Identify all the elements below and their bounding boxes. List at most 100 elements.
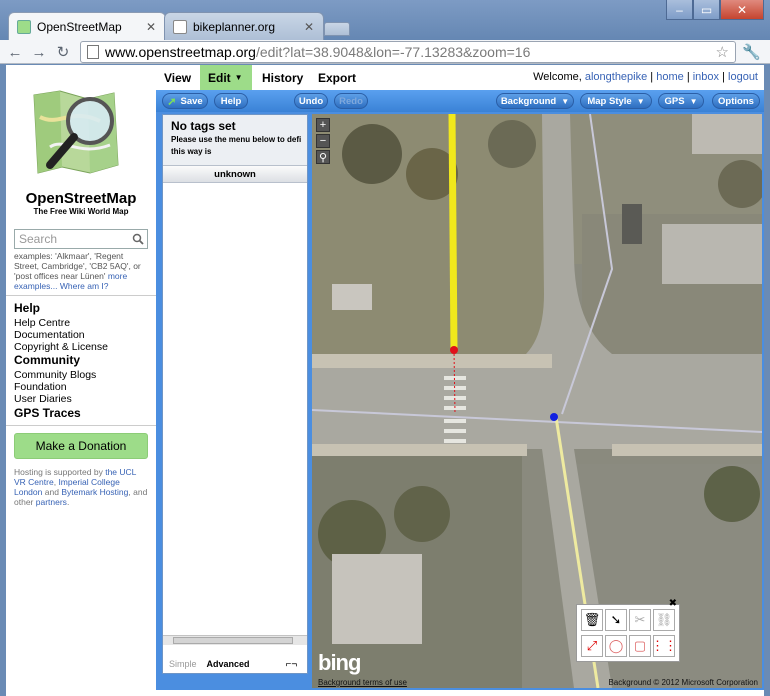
community-blogs-link[interactable]: Community Blogs (14, 369, 96, 381)
documentation-link[interactable]: Documentation (14, 329, 85, 341)
aerial-imagery[interactable] (312, 114, 762, 688)
gps-traces-link[interactable]: GPS Traces (14, 406, 81, 420)
logout-link[interactable]: logout (728, 71, 758, 83)
browser-toolbar: ← → ↻ www.openstreetmap.org/edit?lat=38.… (0, 40, 770, 64)
bing-logo: bing (318, 650, 361, 675)
osm-logo-icon[interactable] (30, 87, 126, 179)
link-icon[interactable]: ⛓ (653, 609, 675, 631)
tab-history[interactable]: History (254, 65, 311, 90)
save-button[interactable]: ➚ Save (162, 93, 208, 109)
tag-icon[interactable]: ⌐¬ (286, 659, 298, 670)
parallel-icon[interactable]: ⋮⋮ (651, 635, 677, 657)
forward-icon[interactable]: → (30, 43, 48, 61)
chevron-down-icon: ▼ (636, 96, 645, 106)
scroll-thumb[interactable] (173, 637, 293, 644)
wrench-icon[interactable]: 🔧 (742, 43, 761, 61)
square-icon[interactable]: ▢ (629, 635, 651, 657)
help-heading[interactable]: Help (14, 301, 40, 315)
background-terms-link[interactable]: Background terms of use (318, 678, 407, 687)
trash-icon[interactable]: 🗑 (581, 609, 603, 631)
background-button[interactable]: Background ▼ (496, 93, 574, 109)
bytemark-link[interactable]: Bytemark Hosting (61, 487, 128, 497)
foundation-link[interactable]: Foundation (14, 381, 67, 393)
new-tab-button[interactable] (324, 22, 350, 36)
help-centre-link[interactable]: Help Centre (14, 317, 70, 329)
username-link[interactable]: alongthepike (585, 71, 647, 83)
scissors-icon[interactable]: ✂ (629, 609, 651, 631)
page: OpenStreetMap The Free Wiki World Map Se… (6, 65, 764, 696)
tab-label: History (262, 70, 304, 85)
zoom-out-icon[interactable]: − (316, 134, 330, 148)
make-donation-button[interactable]: Make a Donation (14, 433, 148, 459)
tab-export[interactable]: Export (310, 65, 364, 90)
hosting-text: . (66, 497, 70, 507)
minimize-icon[interactable]: – (666, 0, 693, 20)
close-icon[interactable]: ✖ (669, 598, 677, 609)
close-window-icon[interactable]: ✕ (720, 0, 764, 20)
panel-title: No tags set (171, 119, 236, 133)
copyright-license-link[interactable]: Copyright & License (14, 341, 108, 353)
search-icon[interactable] (132, 233, 144, 245)
user-menu: Welcome, alongthepike | home | inbox | l… (533, 71, 758, 83)
tab-label: View (164, 70, 192, 85)
tool-palette: ✖ 🗑 ➘ ✂ ⛓ ⤢ ◯ ▢ ⋮⋮ (576, 598, 680, 662)
straighten-icon[interactable]: ⤢ (581, 635, 603, 657)
site-title: OpenStreetMap (25, 190, 137, 207)
star-icon[interactable]: ☆ (716, 43, 729, 61)
redo-button[interactable]: Redo (334, 93, 368, 109)
hosting-text: Hosting is supported by (14, 467, 103, 477)
welcome-text: Welcome, (533, 71, 582, 83)
back-icon[interactable]: ← (6, 43, 24, 61)
button-label: Background (500, 95, 557, 107)
url-path: /edit?lat=38.9048&lon=-77.13283&zoom=16 (255, 44, 531, 60)
chevron-down-icon: ▼ (689, 96, 698, 106)
options-button[interactable]: Options (712, 93, 760, 109)
mode-simple[interactable]: Simple (169, 659, 197, 669)
circularise-icon[interactable]: ◯ (605, 635, 627, 657)
gps-button[interactable]: GPS ▼ (658, 93, 704, 109)
inbox-link[interactable]: inbox (693, 71, 719, 83)
hosting-text: , (53, 477, 57, 487)
search-hint: examples: 'Alkmaar', 'Regent Street, Cam… (14, 251, 148, 291)
panel-description: Please use the menu below to defi (171, 135, 302, 144)
tab-openstreetmap[interactable]: OpenStreetMap ✕ (8, 12, 166, 40)
mode-advanced[interactable]: Advanced (207, 659, 250, 669)
map-canvas[interactable]: + − ⚲ bing Background terms of use Backg… (312, 114, 762, 688)
partners-link[interactable]: partners (36, 497, 67, 507)
search-input[interactable]: Search (14, 229, 148, 249)
home-link[interactable]: home (656, 71, 684, 83)
tab-edit[interactable]: Edit ▼ (200, 65, 252, 90)
user-diaries-link[interactable]: User Diaries (14, 393, 72, 405)
zoom-search-icon[interactable]: ⚲ (316, 150, 330, 164)
save-icon: ➚ (167, 95, 177, 108)
close-tab-icon[interactable]: ✕ (145, 20, 157, 34)
tab-bikeplanner[interactable]: bikeplanner.org ✕ (164, 12, 324, 40)
zoom-in-icon[interactable]: + (316, 118, 330, 132)
button-label: GPS (664, 95, 685, 107)
close-tab-icon[interactable]: ✕ (303, 20, 315, 34)
imagery-copyright: Background © 2012 Microsoft Corporation (608, 678, 758, 687)
main-tabs: View Edit ▼ History Export Welcome, along… (156, 65, 764, 90)
selected-way[interactable] (448, 114, 458, 351)
community-heading[interactable]: Community (14, 353, 80, 367)
where-am-i-link[interactable]: Where am I? (60, 281, 109, 291)
undo-button[interactable]: Undo (294, 93, 328, 109)
address-bar[interactable]: www.openstreetmap.org/edit?lat=38.9048&l… (80, 41, 736, 63)
node-red[interactable] (450, 346, 458, 354)
map-style-button[interactable]: Map Style ▼ (580, 93, 652, 109)
preset-menu[interactable]: unknown (163, 165, 307, 183)
panel-scrollbar[interactable] (163, 635, 307, 645)
chevron-down-icon: ▼ (561, 96, 570, 106)
chevron-down-icon: ▼ (234, 73, 243, 82)
browser-titlebar: OpenStreetMap ✕ bikeplanner.org ✕ – ▭ ✕ (0, 0, 770, 40)
maximize-icon[interactable]: ▭ (693, 0, 720, 20)
page-icon (87, 45, 99, 59)
panel-description: this way is (171, 147, 212, 156)
tag-panel: No tags set Please use the menu below to… (162, 114, 308, 674)
arrow-icon[interactable]: ➘ (605, 609, 627, 631)
reload-icon[interactable]: ↻ (54, 43, 72, 61)
help-button[interactable]: Help (214, 93, 248, 109)
divider (6, 295, 156, 296)
tab-view[interactable]: View (156, 65, 199, 90)
node-blue[interactable] (550, 413, 558, 421)
